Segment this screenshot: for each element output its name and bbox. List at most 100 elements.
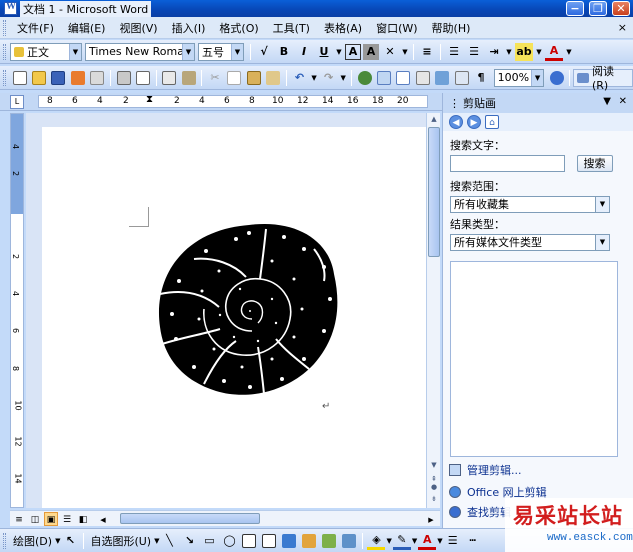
scope-select[interactable]: 所有收藏集 ▼ bbox=[450, 196, 610, 213]
equation-icon[interactable]: √ bbox=[255, 43, 273, 61]
insert-table-icon[interactable] bbox=[395, 69, 412, 87]
line-color-icon[interactable]: ✎ bbox=[392, 532, 411, 550]
chevron-down-icon[interactable]: ▼ bbox=[55, 537, 60, 545]
back-icon[interactable]: ◀ bbox=[449, 115, 463, 129]
close-icon[interactable]: ✕ bbox=[619, 96, 627, 107]
save-icon[interactable] bbox=[50, 69, 67, 87]
web-view-icon[interactable]: ◫ bbox=[28, 512, 42, 526]
cut-icon[interactable]: ✂ bbox=[206, 69, 223, 87]
grip-icon[interactable]: ⋮ bbox=[449, 97, 460, 110]
drawing-font-color-icon[interactable]: A bbox=[418, 532, 437, 550]
bold-button[interactable]: B bbox=[275, 43, 293, 61]
chevron-down-icon[interactable]: ▼ bbox=[505, 43, 513, 61]
scroll-right-icon[interactable]: ▶ bbox=[424, 512, 438, 526]
highlight-icon[interactable]: ab bbox=[515, 42, 533, 61]
italic-button[interactable]: I bbox=[295, 43, 313, 61]
indent-marker-icon[interactable]: ⧗ bbox=[146, 94, 153, 105]
paste-icon[interactable] bbox=[245, 69, 262, 87]
new-document-icon[interactable] bbox=[11, 69, 28, 87]
dash-style-icon[interactable]: ┅ bbox=[464, 532, 482, 550]
tables-borders-icon[interactable] bbox=[375, 69, 392, 87]
search-button[interactable]: 搜索 bbox=[576, 155, 613, 172]
restore-button[interactable]: ❐ bbox=[589, 1, 607, 16]
word-app-icon[interactable] bbox=[4, 1, 17, 15]
print-preview-icon[interactable] bbox=[134, 69, 151, 87]
phonetic-icon[interactable]: ✕ bbox=[381, 43, 399, 61]
doc-map-icon[interactable] bbox=[453, 69, 470, 87]
menu-file[interactable]: 文件(F) bbox=[10, 20, 61, 36]
fill-color-icon[interactable]: ◈ bbox=[367, 532, 386, 550]
format-painter-icon[interactable] bbox=[264, 69, 281, 87]
document-page[interactable]: ↵ bbox=[42, 127, 426, 508]
autoshapes-menu[interactable]: 自选图形(U) bbox=[87, 533, 154, 549]
diagram-icon[interactable] bbox=[300, 532, 318, 550]
horizontal-ruler[interactable]: L 8 6 4 2 ⧗ 2 4 6 8 10 12 14 16 18 20 bbox=[0, 93, 442, 111]
align-justify-icon[interactable]: ≡ bbox=[418, 43, 436, 61]
chevron-down-icon[interactable]: ▼ bbox=[595, 235, 609, 250]
font-color-button[interactable]: A bbox=[545, 43, 563, 61]
find-clips-link[interactable]: 查找剪辑 bbox=[449, 504, 511, 520]
forward-icon[interactable]: ▶ bbox=[467, 115, 481, 129]
chevron-down-icon[interactable]: ▼ bbox=[437, 537, 442, 545]
line-icon[interactable]: ╲ bbox=[160, 532, 178, 550]
menu-grip[interactable] bbox=[3, 19, 6, 36]
select-objects-icon[interactable]: ↖ bbox=[61, 532, 79, 550]
reading-button[interactable]: 阅读(R) bbox=[573, 65, 633, 92]
numbered-list-icon[interactable]: ☰ bbox=[445, 43, 463, 61]
menu-help[interactable]: 帮助(H) bbox=[425, 20, 478, 36]
style-select[interactable]: 正文 ▼ bbox=[10, 42, 82, 61]
chevron-down-icon[interactable]: ▼ bbox=[603, 96, 611, 107]
scroll-down-icon[interactable]: ▼ bbox=[428, 459, 440, 471]
picture-icon[interactable] bbox=[340, 532, 358, 550]
h-scroll-thumb[interactable] bbox=[120, 513, 260, 524]
arrow-icon[interactable]: ↘ bbox=[180, 532, 198, 550]
snail-shell-clipart[interactable] bbox=[154, 219, 344, 399]
chevron-down-icon[interactable]: ▼ bbox=[595, 197, 609, 212]
scroll-up-icon[interactable]: ▲ bbox=[428, 113, 440, 125]
email-icon[interactable] bbox=[88, 69, 105, 87]
vertical-scrollbar[interactable]: ▲ ▼ ⇞ ● ⇟ bbox=[426, 113, 440, 508]
chevron-down-icon[interactable]: ▼ bbox=[69, 43, 81, 60]
bullet-list-icon[interactable]: ☰ bbox=[465, 43, 483, 61]
chevron-down-icon[interactable]: ▼ bbox=[339, 69, 347, 87]
close-button[interactable]: ✕ bbox=[612, 1, 630, 16]
menu-insert[interactable]: 插入(I) bbox=[165, 20, 213, 36]
chevron-down-icon[interactable]: ▼ bbox=[335, 43, 343, 61]
browse-object-icon[interactable]: ● bbox=[428, 481, 440, 493]
rectangle-icon[interactable]: ▭ bbox=[200, 532, 218, 550]
vertical-ruler[interactable]: 4 2 2 4 6 8 10 12 14 bbox=[10, 113, 24, 508]
undo-icon[interactable]: ↶ bbox=[291, 69, 308, 87]
tab-selector[interactable]: L bbox=[10, 95, 24, 109]
line-style-icon[interactable]: ☰ bbox=[444, 532, 462, 550]
char-border-button[interactable]: A bbox=[345, 43, 361, 60]
chevron-down-icon[interactable]: ▼ bbox=[531, 69, 544, 86]
chevron-down-icon[interactable]: ▼ bbox=[535, 43, 543, 61]
underline-button[interactable]: U bbox=[315, 43, 333, 61]
copy-icon[interactable] bbox=[226, 69, 243, 87]
chevron-down-icon[interactable]: ▼ bbox=[154, 537, 159, 545]
chevron-down-icon[interactable]: ▼ bbox=[231, 43, 243, 60]
research-icon[interactable] bbox=[180, 69, 197, 87]
print-view-icon[interactable]: ▣ bbox=[44, 511, 58, 526]
chevron-down-icon[interactable]: ▼ bbox=[412, 537, 417, 545]
toolbar-grip[interactable] bbox=[3, 532, 6, 549]
show-hide-icon[interactable]: ¶ bbox=[472, 69, 489, 87]
toolbar-grip[interactable] bbox=[3, 43, 6, 60]
chevron-down-icon[interactable]: ▼ bbox=[565, 43, 573, 61]
textbox-icon[interactable] bbox=[240, 532, 258, 550]
draw-menu[interactable]: 绘图(D) bbox=[10, 533, 55, 549]
vertical-textbox-icon[interactable] bbox=[260, 532, 278, 550]
results-area[interactable] bbox=[450, 261, 618, 457]
help-icon[interactable] bbox=[548, 69, 565, 87]
menu-format[interactable]: 格式(O) bbox=[212, 20, 265, 36]
print-icon[interactable] bbox=[115, 69, 132, 87]
type-select[interactable]: 所有媒体文件类型 ▼ bbox=[450, 234, 610, 251]
toolbar-grip[interactable] bbox=[3, 69, 6, 86]
char-shading-button[interactable]: A bbox=[363, 43, 379, 60]
outline-view-icon[interactable]: ☰ bbox=[60, 512, 74, 526]
organize-clips-link[interactable]: 管理剪辑... bbox=[449, 462, 522, 478]
scroll-left-icon[interactable]: ◀ bbox=[96, 512, 110, 526]
permission-icon[interactable] bbox=[69, 69, 86, 87]
chevron-down-icon[interactable]: ▼ bbox=[401, 43, 409, 61]
horizontal-scrollbar[interactable]: ≡ ◫ ▣ ☰ ◧ ◀ ▶ bbox=[10, 510, 440, 526]
